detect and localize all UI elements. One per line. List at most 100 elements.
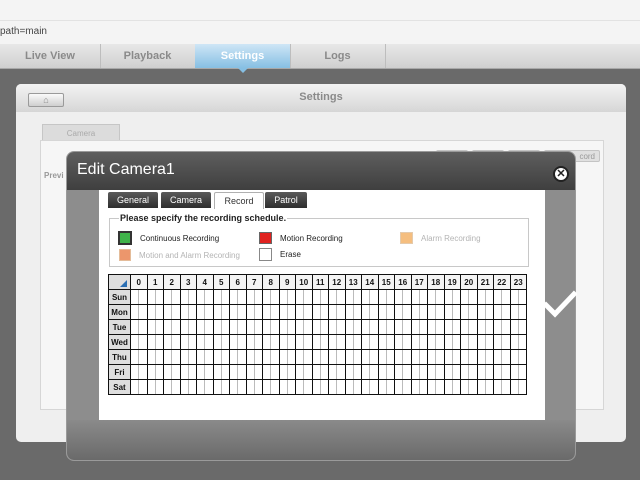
schedule-cell[interactable] — [443, 334, 461, 350]
schedule-cell[interactable] — [493, 334, 511, 350]
schedule-cell[interactable] — [146, 334, 164, 350]
hour-header[interactable]: 10 — [295, 274, 313, 290]
schedule-cell[interactable] — [311, 319, 329, 335]
schedule-cell[interactable] — [163, 334, 181, 350]
schedule-cell[interactable] — [328, 379, 346, 395]
schedule-cell[interactable] — [245, 349, 263, 365]
schedule-cell[interactable] — [394, 304, 412, 320]
schedule-cell[interactable] — [427, 289, 445, 305]
schedule-cell[interactable] — [245, 304, 263, 320]
schedule-cell[interactable] — [146, 364, 164, 380]
schedule-cell[interactable] — [410, 334, 428, 350]
schedule-cell[interactable] — [130, 349, 148, 365]
schedule-cell[interactable] — [196, 364, 214, 380]
hour-header[interactable]: 4 — [196, 274, 214, 290]
schedule-cell[interactable] — [377, 364, 395, 380]
schedule-cell[interactable] — [509, 289, 527, 305]
schedule-cell[interactable] — [229, 304, 247, 320]
schedule-cell[interactable] — [146, 379, 164, 395]
schedule-cell[interactable] — [427, 304, 445, 320]
schedule-cell[interactable] — [394, 364, 412, 380]
hour-header[interactable]: 16 — [394, 274, 412, 290]
schedule-cell[interactable] — [229, 349, 247, 365]
schedule-cell[interactable] — [476, 289, 494, 305]
schedule-cell[interactable] — [295, 334, 313, 350]
schedule-cell[interactable] — [493, 289, 511, 305]
legend-erase[interactable]: Erase — [259, 248, 301, 261]
day-header[interactable]: Fri — [108, 364, 131, 380]
hour-header[interactable]: 2 — [163, 274, 181, 290]
schedule-cell[interactable] — [245, 364, 263, 380]
schedule-cell[interactable] — [476, 379, 494, 395]
schedule-cell[interactable] — [278, 304, 296, 320]
schedule-cell[interactable] — [410, 304, 428, 320]
tab-patrol[interactable]: Patrol — [265, 192, 307, 208]
schedule-cell[interactable] — [394, 349, 412, 365]
schedule-cell[interactable] — [427, 379, 445, 395]
schedule-cell[interactable] — [196, 289, 214, 305]
schedule-cell[interactable] — [410, 319, 428, 335]
schedule-cell[interactable] — [311, 289, 329, 305]
schedule-cell[interactable] — [394, 289, 412, 305]
schedule-cell[interactable] — [229, 334, 247, 350]
nav-tab-playback[interactable]: Playback — [100, 44, 196, 68]
schedule-cell[interactable] — [460, 319, 478, 335]
schedule-cell[interactable] — [229, 364, 247, 380]
schedule-cell[interactable] — [361, 304, 379, 320]
schedule-cell[interactable] — [476, 364, 494, 380]
schedule-cell[interactable] — [229, 289, 247, 305]
schedule-cell[interactable] — [443, 349, 461, 365]
schedule-cell[interactable] — [344, 364, 362, 380]
schedule-cell[interactable] — [245, 334, 263, 350]
schedule-cell[interactable] — [476, 319, 494, 335]
schedule-cell[interactable] — [163, 319, 181, 335]
schedule-cell[interactable] — [344, 379, 362, 395]
schedule-cell[interactable] — [344, 319, 362, 335]
schedule-cell[interactable] — [245, 289, 263, 305]
hour-header[interactable]: 23 — [509, 274, 527, 290]
url-text[interactable]: path=main — [0, 26, 47, 37]
schedule-cell[interactable] — [278, 319, 296, 335]
schedule-cell[interactable] — [476, 349, 494, 365]
schedule-cell[interactable] — [394, 334, 412, 350]
schedule-cell[interactable] — [443, 364, 461, 380]
hour-header[interactable]: 6 — [229, 274, 247, 290]
schedule-cell[interactable] — [262, 304, 280, 320]
hour-header[interactable]: 9 — [278, 274, 296, 290]
schedule-cell[interactable] — [311, 349, 329, 365]
schedule-cell[interactable] — [212, 289, 230, 305]
schedule-cell[interactable] — [179, 319, 197, 335]
hour-header[interactable]: 14 — [361, 274, 379, 290]
schedule-cell[interactable] — [311, 379, 329, 395]
schedule-cell[interactable] — [196, 334, 214, 350]
day-header[interactable]: Wed — [108, 334, 131, 350]
schedule-cell[interactable] — [493, 319, 511, 335]
hour-header[interactable]: 13 — [344, 274, 362, 290]
schedule-cell[interactable] — [443, 289, 461, 305]
hour-header[interactable]: 0 — [130, 274, 148, 290]
schedule-cell[interactable] — [509, 334, 527, 350]
schedule-cell[interactable] — [179, 289, 197, 305]
schedule-cell[interactable] — [377, 379, 395, 395]
schedule-cell[interactable] — [328, 289, 346, 305]
schedule-cell[interactable] — [328, 364, 346, 380]
schedule-cell[interactable] — [278, 334, 296, 350]
tab-general[interactable]: General — [108, 192, 158, 208]
schedule-cell[interactable] — [278, 289, 296, 305]
schedule-cell[interactable] — [361, 364, 379, 380]
schedule-cell[interactable] — [295, 364, 313, 380]
hour-header[interactable]: 3 — [179, 274, 197, 290]
schedule-cell[interactable] — [295, 319, 313, 335]
schedule-cell[interactable] — [344, 349, 362, 365]
schedule-cell[interactable] — [460, 379, 478, 395]
schedule-cell[interactable] — [361, 349, 379, 365]
schedule-cell[interactable] — [328, 349, 346, 365]
schedule-cell[interactable] — [377, 319, 395, 335]
hour-header[interactable]: 19 — [443, 274, 461, 290]
schedule-cell[interactable] — [130, 379, 148, 395]
schedule-cell[interactable] — [377, 304, 395, 320]
schedule-cell[interactable] — [460, 304, 478, 320]
schedule-cell[interactable] — [493, 364, 511, 380]
tab-record[interactable]: Record — [214, 192, 264, 209]
schedule-cell[interactable] — [509, 304, 527, 320]
